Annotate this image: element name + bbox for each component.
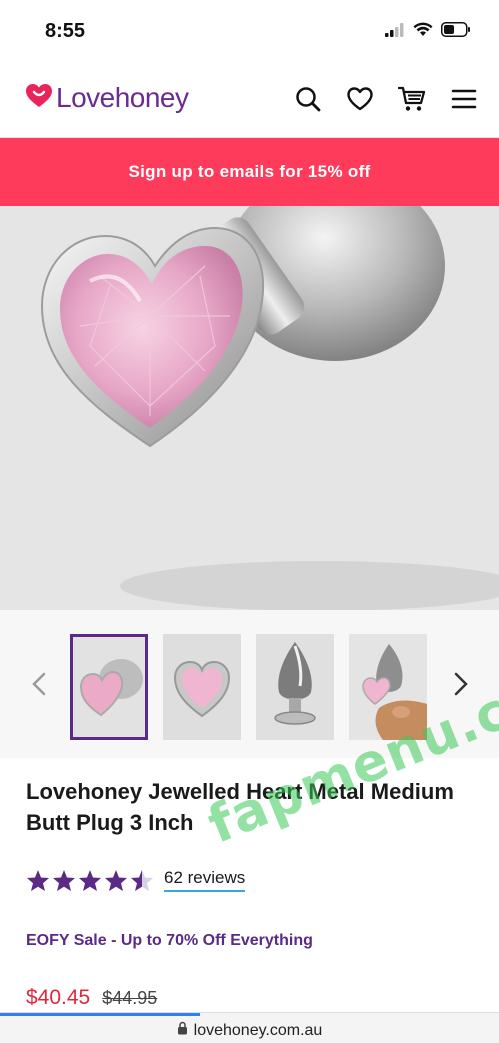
heart-icon[interactable]	[345, 84, 375, 114]
browser-url-bar[interactable]: lovehoney.com.au	[0, 1012, 499, 1043]
menu-icon[interactable]	[449, 84, 479, 114]
thumbnail-2[interactable]	[163, 634, 241, 740]
lovehoney-logo[interactable]: Lovehoney	[26, 82, 189, 114]
url-display[interactable]: lovehoney.com.au	[0, 1021, 499, 1040]
logo-text: Lovehoney	[56, 82, 189, 113]
url-text: lovehoney.com.au	[193, 1021, 323, 1039]
sale-message: EOFY Sale - Up to 70% Off Everything	[26, 932, 313, 949]
chevron-left-icon[interactable]	[28, 670, 52, 698]
email-signup-banner[interactable]: Sign up to emails for 15% off	[0, 138, 499, 206]
star-icon	[27, 869, 49, 891]
thumbnail-3[interactable]	[256, 634, 334, 740]
star-rating	[26, 869, 154, 892]
half-star-icon	[131, 869, 153, 891]
battery-icon	[441, 22, 471, 42]
site-header: Lovehoney	[0, 62, 499, 138]
price-row: $40.45 $44.95	[26, 986, 157, 1010]
star-icon	[53, 869, 75, 891]
status-time: 8:55	[45, 20, 86, 42]
search-icon[interactable]	[293, 84, 323, 114]
thumbnail-1[interactable]	[70, 634, 148, 740]
product-main-image[interactable]	[0, 206, 499, 610]
lock-icon	[177, 1021, 188, 1040]
price-current: $40.45	[26, 986, 91, 1009]
star-icon	[79, 869, 101, 891]
cart-icon[interactable]	[397, 84, 427, 114]
promo-text: Sign up to emails for 15% off	[128, 162, 371, 181]
cellular-signal-icon	[385, 22, 405, 42]
thumbnail-4[interactable]	[349, 634, 427, 740]
product-title: Lovehoney Jewelled Heart Metal Medium Bu…	[26, 779, 454, 835]
status-bar: 8:55	[0, 0, 499, 62]
reviews-link[interactable]: 62 reviews	[164, 868, 246, 892]
status-icons	[385, 22, 471, 42]
price-old: $44.95	[102, 988, 158, 1008]
star-icon	[105, 869, 127, 891]
heart-logo-icon	[26, 83, 52, 113]
page-load-progress	[0, 1013, 200, 1016]
product-rating[interactable]: 62 reviews	[26, 868, 246, 892]
header-actions	[293, 84, 479, 114]
wifi-icon	[413, 22, 433, 42]
thumbnail-carousel	[0, 610, 499, 758]
chevron-right-icon[interactable]	[448, 670, 472, 698]
